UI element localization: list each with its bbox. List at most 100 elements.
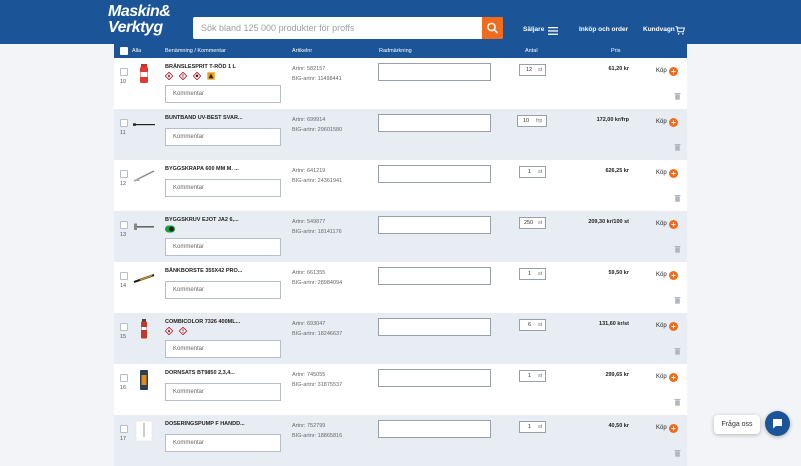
- article-numbers: Artnr: 641219 BIG-artnr: 24361941: [292, 166, 342, 186]
- buy-label[interactable]: Köp: [656, 170, 667, 176]
- quantity-value: 250: [524, 220, 534, 226]
- table-row: 13 BYGGSKRUV EJOT JA2 6,... Artnr: 54987…: [114, 211, 687, 262]
- product-name[interactable]: BÄNKBORSTE 355X42 PRO...: [165, 268, 242, 274]
- row-checkbox[interactable]: [120, 119, 128, 127]
- radmarkning-input[interactable]: [378, 114, 491, 132]
- trash-icon[interactable]: [674, 194, 681, 202]
- trash-icon[interactable]: [674, 449, 681, 457]
- logo[interactable]: Maskin& Verktyg: [108, 4, 176, 40]
- trash-icon[interactable]: [674, 92, 681, 100]
- row-checkbox[interactable]: [120, 374, 128, 382]
- add-to-cart-button[interactable]: +: [669, 424, 678, 433]
- add-to-cart-button[interactable]: +: [669, 118, 678, 127]
- product-name[interactable]: BUNTBAND UV-BEST SVAR...: [165, 115, 243, 121]
- add-to-cart-button[interactable]: +: [669, 220, 678, 229]
- exclamation-icon: [178, 72, 187, 80]
- row-number: 13: [120, 232, 127, 238]
- row-checkbox[interactable]: [120, 170, 128, 178]
- comment-input[interactable]: [165, 434, 281, 452]
- comment-input[interactable]: [165, 281, 281, 299]
- buy-label[interactable]: Köp: [656, 68, 667, 74]
- product-image[interactable]: [132, 114, 156, 136]
- comment-input[interactable]: [165, 179, 281, 197]
- add-to-cart-button[interactable]: +: [669, 322, 678, 331]
- buy-label[interactable]: Köp: [656, 272, 667, 278]
- trash-icon[interactable]: [674, 398, 681, 406]
- product-name[interactable]: DOSERINGSPUMP F HANDD...: [165, 421, 245, 427]
- trash-icon[interactable]: [674, 296, 681, 304]
- product-name[interactable]: BRÄNSLESPRIT T-RÖD 1 L: [165, 64, 236, 70]
- product-image[interactable]: [132, 165, 156, 187]
- add-to-cart-button[interactable]: +: [669, 373, 678, 382]
- comment-input[interactable]: [165, 238, 281, 256]
- nav-kundvagn[interactable]: Kundvagn: [643, 26, 675, 33]
- product-image[interactable]: [132, 369, 156, 391]
- row-number: 16: [120, 385, 127, 391]
- product-image[interactable]: [132, 318, 156, 340]
- row-checkbox[interactable]: [120, 221, 128, 229]
- search-button[interactable]: [482, 17, 503, 39]
- search-box: [193, 17, 503, 39]
- buy-label[interactable]: Köp: [656, 119, 667, 125]
- quantity-input[interactable]: 6 st: [519, 319, 546, 331]
- add-to-cart-button[interactable]: +: [669, 271, 678, 280]
- artnr: Artnr: 699914: [292, 117, 326, 123]
- article-numbers: Artnr: 699914 BIG-artnr: 29601580: [292, 115, 342, 135]
- radmarkning-input[interactable]: [378, 318, 491, 336]
- product-image[interactable]: [132, 216, 156, 238]
- product-name[interactable]: BYGGSKRUV EJOT JA2 6,...: [165, 217, 239, 223]
- select-all-checkbox[interactable]: [120, 47, 128, 55]
- menu-icon[interactable]: [548, 27, 558, 35]
- search-input[interactable]: [193, 17, 482, 39]
- add-to-cart-button[interactable]: +: [669, 169, 678, 178]
- quantity-unit: st: [538, 424, 543, 430]
- radmarkning-input[interactable]: [378, 369, 491, 387]
- ask-us-bubble[interactable]: Fråga oss: [714, 415, 760, 434]
- quantity-value: 12: [526, 67, 533, 73]
- trash-icon[interactable]: [674, 347, 681, 355]
- chat-button[interactable]: [765, 411, 790, 436]
- comment-input[interactable]: [165, 128, 281, 146]
- artnr: Artnr: 582157: [292, 66, 326, 72]
- radmarkning-input[interactable]: [378, 165, 491, 183]
- add-to-cart-button[interactable]: +: [669, 67, 678, 76]
- product-name[interactable]: DORNSATS BT9850 2,3,4...: [165, 370, 235, 376]
- quantity-input[interactable]: 1 st: [519, 421, 546, 433]
- nav-inkop-och-order[interactable]: Inköp och order: [579, 26, 628, 33]
- exclamation-icon: [178, 327, 187, 335]
- comment-input[interactable]: [165, 383, 281, 401]
- radmarkning-input[interactable]: [378, 267, 491, 285]
- radmarkning-input[interactable]: [378, 216, 491, 234]
- row-checkbox[interactable]: [120, 272, 128, 280]
- radmarkning-input[interactable]: [378, 63, 491, 81]
- comment-input[interactable]: [165, 85, 281, 103]
- quantity-input[interactable]: 1 st: [519, 166, 546, 178]
- buy-label[interactable]: Köp: [656, 221, 667, 227]
- quantity-input[interactable]: 1 st: [519, 370, 546, 382]
- trash-icon[interactable]: [674, 245, 681, 253]
- quantity-input[interactable]: 250 st: [519, 217, 546, 229]
- product-image[interactable]: [132, 420, 156, 442]
- row-checkbox[interactable]: [120, 68, 128, 76]
- row-checkbox[interactable]: [120, 425, 128, 433]
- product-image[interactable]: [132, 63, 156, 85]
- nav-saljare[interactable]: Säljare: [523, 26, 544, 33]
- row-checkbox[interactable]: [120, 323, 128, 331]
- comment-input[interactable]: [165, 340, 281, 358]
- trash-icon[interactable]: [674, 143, 681, 151]
- big-artnr: BIG-artnr: 18141176: [292, 229, 342, 235]
- quantity-input[interactable]: 12 st: [519, 64, 546, 76]
- buy-label[interactable]: Köp: [656, 425, 667, 431]
- quantity-input[interactable]: 1 st: [519, 268, 546, 280]
- radmarkning-input[interactable]: [378, 420, 491, 438]
- buy-label[interactable]: Köp: [656, 374, 667, 380]
- artnr: Artnr: 693047: [292, 321, 326, 327]
- quantity-input[interactable]: 10 frp: [517, 115, 547, 127]
- product-name[interactable]: COMBICOLOR 7326 400ML...: [165, 319, 240, 325]
- quantity-unit: st: [538, 373, 543, 379]
- big-artnr: BIG-artnr: 18246637: [292, 331, 343, 337]
- buy-label[interactable]: Köp: [656, 323, 667, 329]
- product-name[interactable]: BYGGSKRAPA 600 MM M. ...: [165, 166, 239, 172]
- cart-icon[interactable]: [675, 26, 685, 35]
- product-image[interactable]: [132, 267, 156, 289]
